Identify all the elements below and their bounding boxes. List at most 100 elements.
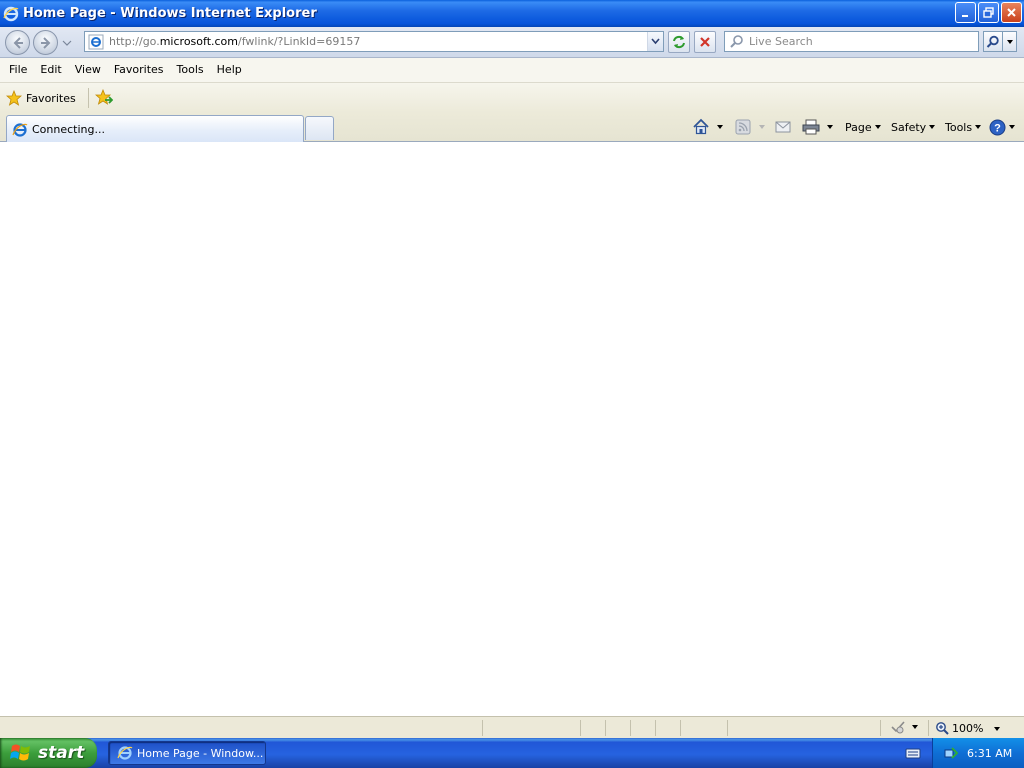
window-title: Home Page - Windows Internet Explorer [23, 6, 317, 21]
windows-logo-icon [10, 744, 30, 761]
close-icon [1007, 8, 1016, 17]
zoom-level: 100% [952, 721, 984, 735]
menu-edit[interactable]: Edit [34, 61, 67, 79]
search-options-dropdown[interactable] [1003, 31, 1017, 52]
zoom-level-button[interactable]: 100% [935, 720, 983, 736]
forward-button[interactable] [33, 30, 58, 55]
read-mail-button[interactable] [775, 117, 791, 137]
safety-menu-label: Safety [891, 120, 927, 134]
tools-menu-label: Tools [945, 120, 973, 134]
keyboard-icon[interactable] [905, 746, 921, 760]
internet-explorer-icon [3, 6, 19, 21]
caret-down-icon [1006, 39, 1013, 44]
status-divider [928, 720, 929, 736]
safety-menu-button[interactable]: Safety [891, 117, 936, 137]
forward-arrow-icon [40, 36, 50, 49]
search-icon [730, 34, 743, 48]
tab-active[interactable]: Connecting... [6, 115, 304, 143]
menu-view[interactable]: View [69, 61, 107, 79]
status-divider [605, 720, 606, 736]
page-menu-button[interactable]: Page [845, 117, 881, 137]
clock[interactable]: 6:31 AM [967, 747, 1012, 760]
minimize-button[interactable] [955, 2, 976, 23]
status-divider [680, 720, 681, 736]
page-icon [88, 34, 104, 49]
address-toolbar: http://go.microsoft.com/fwlink/?LinkId=6… [0, 27, 1024, 58]
refresh-icon [673, 35, 685, 49]
taskbar-item-label: Home Page - Window... [137, 746, 264, 760]
search-input[interactable]: Live Search [724, 31, 979, 52]
favorites-bar: Favorites [0, 83, 1024, 113]
network-icon[interactable] [943, 745, 959, 761]
tab-label: Connecting... [32, 123, 105, 136]
svg-text:?: ? [994, 122, 1001, 134]
address-dropdown-button[interactable] [647, 32, 663, 51]
caret-down-icon [975, 125, 982, 129]
mail-icon [775, 121, 791, 133]
printer-icon [802, 119, 820, 135]
search-button[interactable] [983, 31, 1003, 52]
status-divider [727, 720, 728, 736]
status-divider [482, 720, 483, 736]
caret-down-icon [874, 125, 881, 129]
start-label: start [38, 743, 85, 763]
back-arrow-icon [13, 36, 23, 49]
status-divider [880, 720, 881, 736]
tools-menu-button[interactable]: Tools [945, 117, 982, 137]
status-divider [630, 720, 631, 736]
menu-tools[interactable]: Tools [171, 61, 210, 79]
menu-file[interactable]: File [3, 61, 33, 79]
chevron-down-icon [651, 38, 660, 45]
status-bar: 100% [0, 716, 1024, 738]
new-tab-button[interactable] [305, 116, 334, 140]
title-bar[interactable]: Home Page - Windows Internet Explorer [0, 0, 1024, 27]
home-button[interactable] [692, 117, 723, 137]
page-menu-label: Page [845, 120, 872, 134]
stop-button[interactable] [694, 31, 716, 53]
caret-down-icon [759, 125, 765, 129]
protected-mode-indicator[interactable] [890, 720, 918, 734]
tab-row: Connecting... Page Safety Tools ? [0, 113, 1024, 143]
status-divider [655, 720, 656, 736]
address-url: http://go.microsoft.com/fwlink/?LinkId=6… [109, 35, 361, 48]
print-button[interactable] [802, 117, 833, 137]
taskbar-item-internet-explorer[interactable]: Home Page - Window... [108, 741, 266, 765]
refresh-button[interactable] [668, 31, 690, 53]
restore-button[interactable] [978, 2, 999, 23]
home-icon [693, 118, 709, 135]
feeds-button[interactable] [735, 117, 765, 137]
zoom-dropdown-icon[interactable] [994, 727, 1000, 731]
minimize-icon [962, 15, 968, 17]
caret-down-icon[interactable] [717, 125, 723, 129]
help-menu-button[interactable]: ? [989, 117, 1015, 137]
shield-check-icon [891, 721, 905, 734]
status-divider [580, 720, 581, 736]
recent-pages-dropdown-icon[interactable] [62, 39, 72, 47]
internet-explorer-icon [12, 122, 28, 137]
search-placeholder: Live Search [749, 35, 813, 48]
favorites-label: Favorites [26, 91, 76, 105]
magnifier-icon [986, 35, 999, 48]
star-icon [6, 90, 22, 106]
restore-icon [983, 7, 994, 18]
divider [87, 88, 89, 108]
back-button[interactable] [5, 30, 30, 55]
start-button[interactable]: start [0, 738, 97, 768]
page-content[interactable] [0, 142, 1024, 716]
menu-bar: File Edit View Favorites Tools Help [0, 58, 1024, 83]
system-tray: 6:31 AM [932, 738, 1024, 768]
taskbar: start Home Page - Window... 6:31 AM [0, 738, 1024, 768]
help-icon: ? [989, 119, 1006, 135]
stop-icon [700, 37, 710, 47]
caret-down-icon [929, 125, 936, 129]
menu-favorites[interactable]: Favorites [108, 61, 170, 79]
favorites-button[interactable]: Favorites [6, 90, 76, 106]
add-to-favorites-bar-button[interactable] [94, 88, 113, 108]
rss-feed-icon [735, 119, 751, 135]
caret-down-icon[interactable] [827, 125, 833, 129]
zoom-icon [936, 722, 949, 735]
internet-explorer-icon [117, 746, 133, 760]
address-field[interactable]: http://go.microsoft.com/fwlink/?LinkId=6… [84, 31, 664, 52]
close-button[interactable] [1001, 2, 1022, 23]
menu-help[interactable]: Help [211, 61, 248, 79]
